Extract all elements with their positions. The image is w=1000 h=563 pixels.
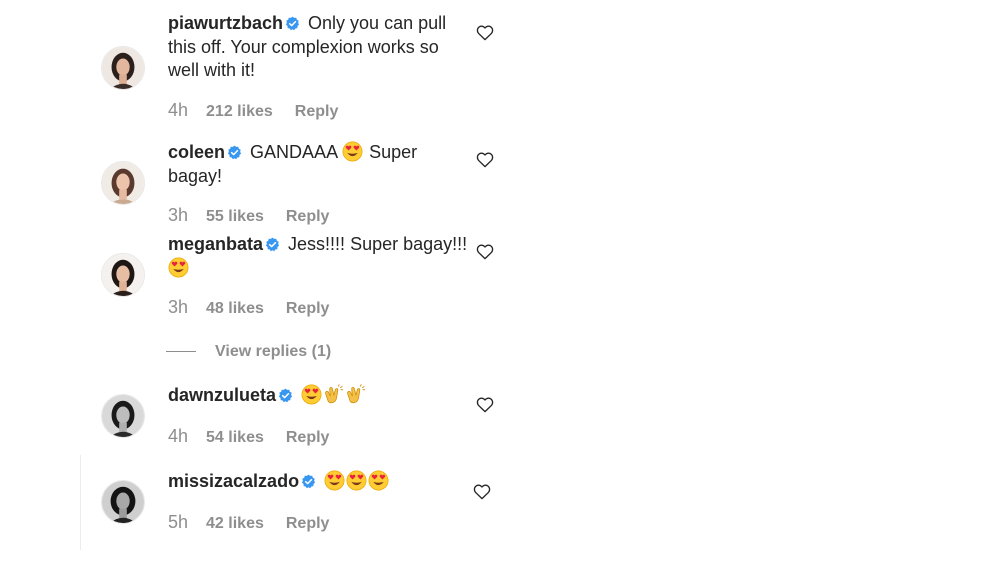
likes-count[interactable]: 48 likes [206, 300, 264, 317]
like-heart-icon[interactable] [476, 243, 494, 260]
likes-count[interactable]: 55 likes [206, 208, 264, 225]
comment-meta: 4h 54 likes Reply [168, 426, 329, 447]
heart-eyes-emoji-icon [368, 470, 389, 491]
reply-button[interactable]: Reply [286, 429, 330, 446]
verified-badge-icon [265, 237, 280, 252]
comment-text: coleen GANDAAA Super bagay! [168, 141, 468, 188]
like-heart-icon[interactable] [476, 24, 494, 41]
comment-text: meganbata Jess!!!! Super bagay!!! [168, 233, 468, 280]
heart-eyes-emoji-icon [346, 470, 367, 491]
reply-button[interactable]: Reply [286, 208, 330, 225]
verified-badge-icon [278, 388, 293, 403]
heart-eyes-emoji-icon [168, 257, 189, 278]
like-heart-icon[interactable] [476, 396, 494, 413]
reply-button[interactable]: Reply [286, 300, 330, 317]
like-heart-icon[interactable] [473, 483, 491, 500]
avatar[interactable] [101, 46, 145, 90]
comment-meta: 5h 42 likes Reply [168, 512, 329, 533]
reply-button[interactable]: Reply [295, 103, 339, 120]
username[interactable]: meganbata [168, 234, 263, 254]
comment-time: 4h [168, 426, 189, 446]
comment-time: 5h [168, 512, 189, 532]
avatar[interactable] [101, 394, 145, 438]
avatar[interactable] [101, 161, 145, 205]
heart-eyes-emoji-icon [301, 384, 322, 405]
likes-count[interactable]: 212 likes [206, 103, 273, 120]
thread-divider-line [80, 455, 81, 550]
view-replies-label: View replies (1) [215, 343, 332, 360]
view-replies-button[interactable]: View replies (1) [166, 343, 331, 361]
comment-text: missizacalzado [168, 470, 468, 494]
comment-body: Jess!!!! Super bagay!!! [288, 234, 468, 254]
clapping-hands-emoji-icon [323, 384, 344, 405]
avatar[interactable] [101, 253, 145, 297]
comment-text: dawnzulueta [168, 384, 468, 408]
username[interactable]: coleen [168, 142, 225, 162]
verified-badge-icon [227, 145, 242, 160]
comment-meta: 3h 55 likes Reply [168, 205, 329, 226]
comment-meta: 4h 212 likes Reply [168, 100, 338, 121]
likes-count[interactable]: 54 likes [206, 429, 264, 446]
comment-body: GANDAAA [250, 142, 338, 162]
comment-meta: 3h 48 likes Reply [168, 297, 329, 318]
comment-time: 3h [168, 205, 189, 225]
comment-time: 4h [168, 100, 189, 120]
username[interactable]: dawnzulueta [168, 385, 276, 405]
likes-count[interactable]: 42 likes [206, 515, 264, 532]
heart-eyes-emoji-icon [324, 470, 345, 491]
username[interactable]: missizacalzado [168, 471, 299, 491]
heart-eyes-emoji-icon [342, 141, 363, 162]
comment-text: piawurtzbach Only you can pull this off.… [168, 12, 468, 83]
clapping-hands-emoji-icon [345, 384, 366, 405]
like-heart-icon[interactable] [476, 151, 494, 168]
view-replies-line [166, 351, 196, 353]
username[interactable]: piawurtzbach [168, 13, 283, 33]
reply-button[interactable]: Reply [286, 515, 330, 532]
avatar[interactable] [101, 480, 145, 524]
verified-badge-icon [285, 16, 300, 31]
verified-badge-icon [301, 474, 316, 489]
comment-time: 3h [168, 297, 189, 317]
